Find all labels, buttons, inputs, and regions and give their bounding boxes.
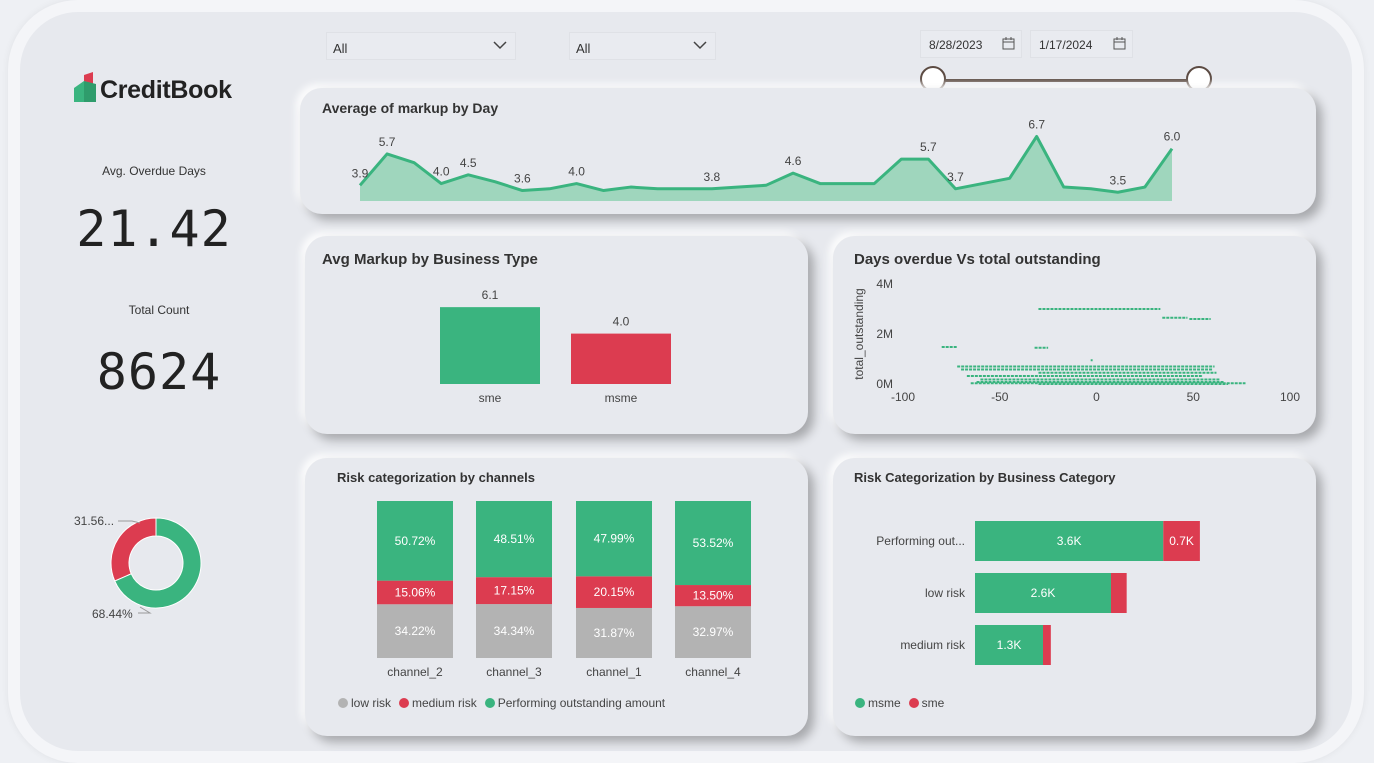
count-value: 8624 [96,343,222,401]
markup-data-label: 3.5 [1110,173,1127,187]
scatter-card: Days overdue Vs total outstanding -100 -5… [833,236,1316,434]
markup-data-label: 4.0 [433,165,450,179]
category-label: low risk [925,586,966,600]
legend-performing: Performing outstanding amount [484,696,665,710]
markup-data-label: 3.7 [947,170,964,184]
brand-name: CreditBook [100,76,232,104]
scatter-x-tick: -50 [991,390,1009,404]
markup-data-label: 3.9 [352,166,369,180]
scatter-x-tick: 50 [1187,390,1201,404]
chevron-down-icon [493,41,507,50]
channels-card: Risk categorization by channels 34.22% 15… [305,458,808,736]
markup-data-label: 4.5 [460,156,477,170]
channel-segment-label: 34.22% [395,624,436,638]
donut-slices [110,517,202,609]
channel-segment-label: 34.34% [494,624,535,638]
business-type-value-label: 4.0 [613,315,630,329]
markup-by-day-card: Average of markup by Day 3.9 5.7 4.0 4.5 3.6… [300,88,1316,214]
channels-stacked-chart: 34.22% 15.06% 50.72% channel_2 34.34% 17.15% 4… [377,501,751,679]
channel-segment-label: 50.72% [395,534,436,548]
markup-data-label: 5.7 [920,140,937,154]
business-type-card: Avg Markup by Business Type 6.1 sme 4.0 msm… [305,236,808,434]
channel-category-label: channel_2 [387,665,443,679]
scatter-y-tick: 2M [876,327,893,341]
creditbook-logo: CreditBook [72,70,252,110]
donut-label-2: 68.44% [92,607,133,621]
count-label: Total Count [128,303,190,317]
date-end-input[interactable]: 1/17/2024 [1030,30,1133,58]
markup-area-fill [360,136,1172,201]
channel-category-label: channel_3 [486,665,542,679]
donut-slice [110,517,157,582]
markup-data-label: 6.7 [1028,117,1045,131]
category-segment-label: 3.6K [1057,534,1082,548]
channel-segment-label: 32.97% [693,625,734,639]
channel-segment-label: 31.87% [594,626,635,640]
category-segment-label: 0.7K [1169,534,1194,548]
channel-segment-label: 13.50% [693,589,734,603]
overdue-value: 21.42 [76,200,232,258]
business-category-card: Risk Categorization by Business Category… [833,458,1316,736]
filter-dropdown-2-value: All [576,41,591,56]
filter-dropdown-1-value: All [333,41,348,56]
markup-area-chart: 3.9 5.7 4.0 4.5 3.6 4.0 3.8 4.6 5.7 3.7 6.7 3.5 6.0 [352,117,1181,201]
category-bar-segment [1110,573,1127,613]
channels-legend: low risk medium risk Performing outstand… [338,696,665,710]
calendar-icon[interactable] [1113,37,1126,50]
legend-msme: msme [855,696,901,710]
date-start-value: 8/28/2023 [929,38,983,52]
business-category-legend: msme sme [855,696,944,710]
calendar-icon[interactable] [1002,37,1015,50]
channel-segment-label: 15.06% [395,585,436,599]
channel-segment-label: 20.15% [594,585,635,599]
channel-segment-label: 47.99% [594,532,635,546]
donut-chart: 31.56... 68.44% [74,514,202,621]
donut-label-1: 31.56... [74,514,114,528]
legend-sme: sme [908,696,944,710]
business-type-bar [440,307,540,384]
channel-category-label: channel_1 [586,665,642,679]
scatter-y-tick: 4M [876,277,893,291]
category-label: medium risk [900,638,966,652]
date-range-track[interactable] [934,79,1200,82]
category-segment-label: 1.3K [997,638,1022,652]
category-bar-segment [1042,625,1051,665]
markup-data-label: 6.0 [1164,130,1181,144]
channel-category-label: channel_4 [685,665,741,679]
business-category-bar-chart: 3.6K 0.7K Performing out... 2.6K low risk 1.3… [876,521,1200,665]
legend-low-risk: low risk [338,696,391,710]
business-type-category-label: msme [605,391,638,405]
scatter-x-tick: 0 [1093,390,1100,404]
markup-data-label: 3.6 [514,172,531,186]
date-start-input[interactable]: 8/28/2023 [920,30,1022,58]
scatter-x-tick: 100 [1280,390,1300,404]
channel-segment-label: 53.52% [693,536,734,550]
business-type-bar [571,333,671,384]
legend-medium-risk: medium risk [399,696,477,710]
scatter-x-tick: -100 [891,390,915,404]
markup-data-label: 4.6 [785,154,802,168]
date-end-value: 1/17/2024 [1039,38,1093,52]
filter-dropdown-1[interactable]: All [326,32,516,60]
scatter-chart: -100 -50 0 50 100 0M 2M 4M total_outstanding [852,277,1300,404]
markup-data-label: 3.8 [704,170,721,184]
chevron-down-icon [693,41,707,50]
overdue-label: Avg. Overdue Days [102,164,206,178]
markup-data-label: 5.7 [379,135,396,149]
category-label: Performing out... [876,534,965,548]
scatter-y-tick: 0M [876,377,893,391]
channel-segment-label: 48.51% [494,532,535,546]
scatter-y-label: total_outstanding [852,288,866,379]
business-type-value-label: 6.1 [482,288,499,302]
business-type-bar-chart: 6.1 sme 4.0 msme [440,288,671,405]
channel-segment-label: 17.15% [494,584,535,598]
category-segment-label: 2.6K [1031,586,1056,600]
business-type-category-label: sme [479,391,502,405]
markup-data-label: 4.0 [568,165,585,179]
filter-dropdown-2[interactable]: All [569,32,716,60]
